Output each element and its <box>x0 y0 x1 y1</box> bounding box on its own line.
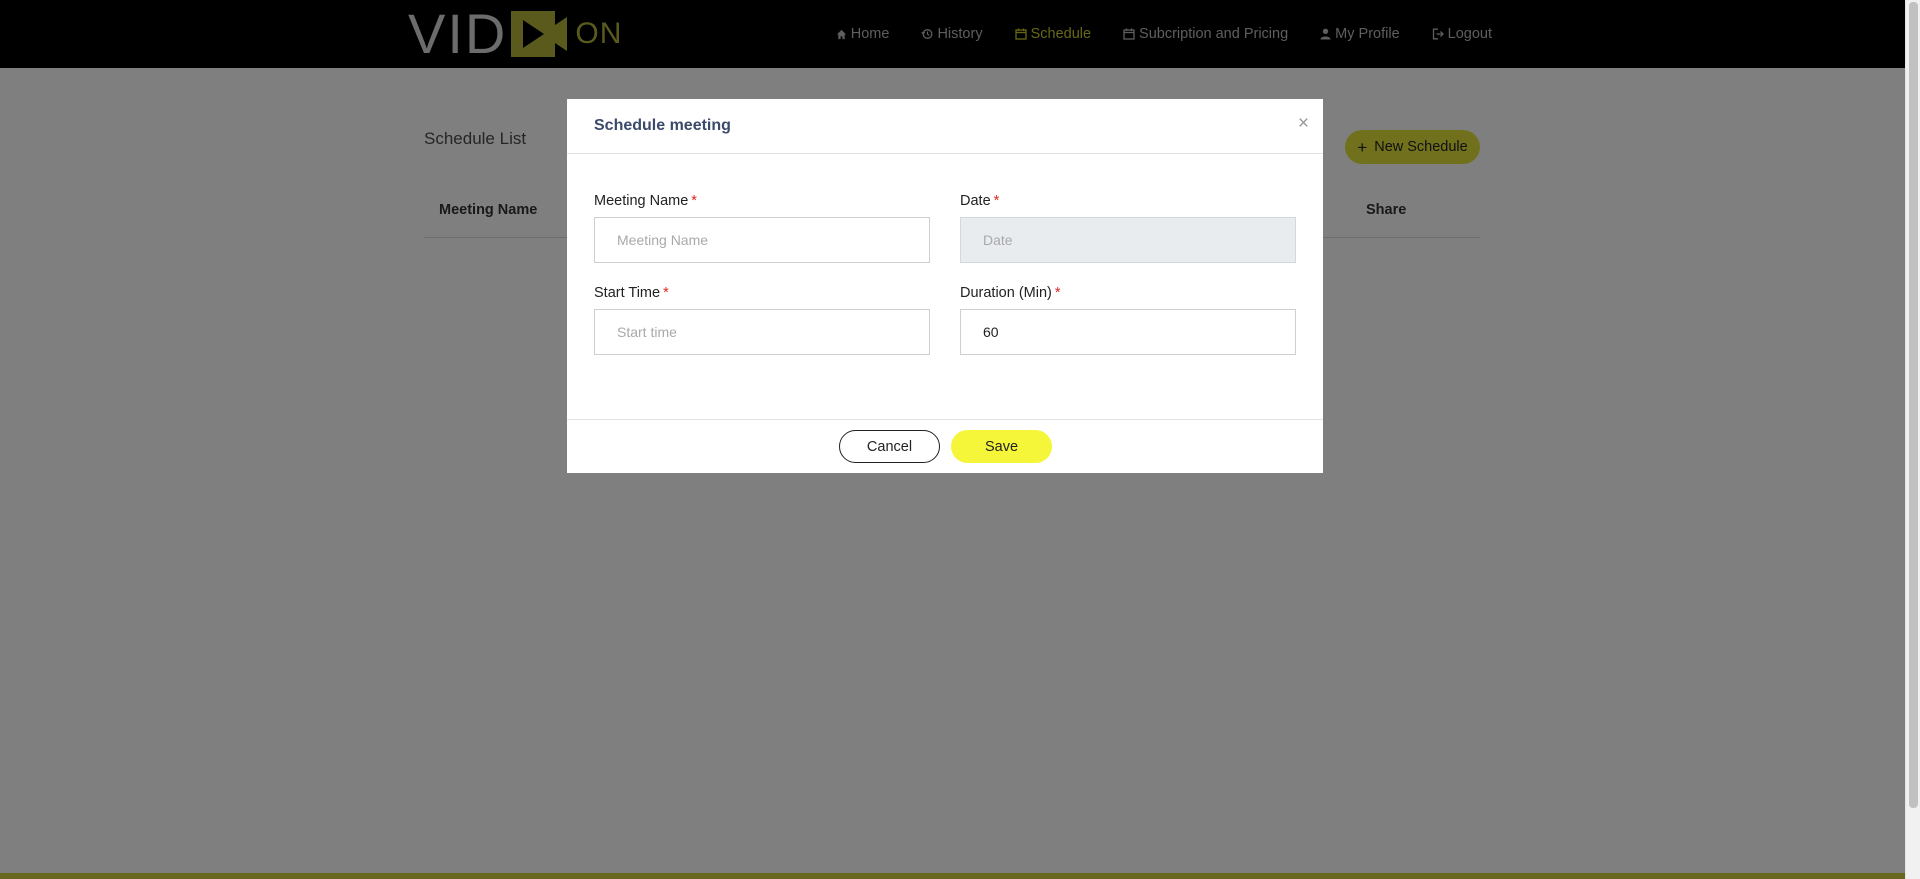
meeting-name-input[interactable] <box>594 217 930 263</box>
modal-title: Schedule meeting <box>594 117 731 134</box>
start-time-label: Start Time * <box>594 285 669 301</box>
modal-header: Schedule meeting × <box>567 99 1323 154</box>
schedule-meeting-modal: Schedule meeting × Meeting Name* Date* S… <box>567 99 1323 473</box>
cancel-button[interactable]: Cancel <box>839 430 940 463</box>
page-scrollbar[interactable] <box>1905 0 1920 879</box>
close-icon[interactable]: × <box>1298 114 1309 133</box>
scrollbar-thumb[interactable] <box>1909 2 1918 808</box>
required-mark: * <box>1054 285 1061 301</box>
duration-label: Duration (Min) * <box>960 285 1061 301</box>
date-label: Date * <box>960 193 999 209</box>
meeting-name-label: Meeting Name * <box>594 193 697 209</box>
start-time-input[interactable] <box>594 309 930 355</box>
date-input[interactable] <box>960 217 1296 263</box>
duration-input[interactable] <box>960 309 1296 355</box>
duration-label-text: Duration (Min) <box>960 285 1052 301</box>
modal-footer: Cancel Save <box>567 419 1323 473</box>
meeting-name-label-text: Meeting Name <box>594 193 689 209</box>
required-mark: * <box>663 285 669 301</box>
required-mark: * <box>691 193 697 209</box>
required-mark: * <box>993 193 1000 209</box>
save-button[interactable]: Save <box>951 430 1052 463</box>
date-label-text: Date <box>960 193 991 209</box>
start-time-label-text: Start Time <box>594 285 661 301</box>
